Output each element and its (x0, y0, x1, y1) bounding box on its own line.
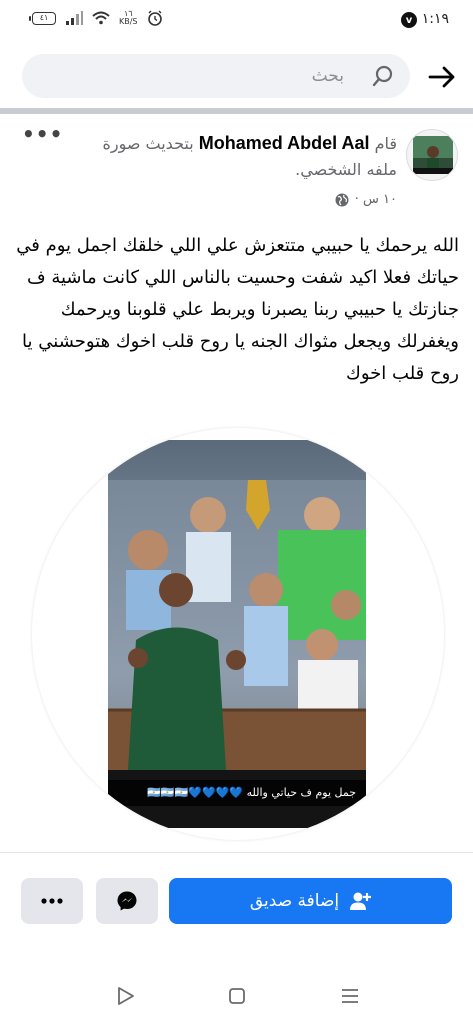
back-arrow-icon[interactable] (427, 62, 457, 92)
nav-home-icon[interactable] (225, 984, 249, 1008)
content-separator (0, 852, 473, 853)
post-timestamp[interactable]: ١٠ س · (355, 192, 397, 207)
profile-photo[interactable]: جمل يوم ف حياتي والله 💙💙💙💙🇦🇷🇦🇷🇦🇷 (108, 440, 366, 828)
nav-recents-icon[interactable] (338, 984, 362, 1008)
nav-back-icon[interactable] (114, 984, 138, 1008)
more-button[interactable] (21, 878, 83, 924)
battery-icon: ٤١ (29, 11, 56, 25)
more-icon (41, 898, 63, 904)
wifi-icon (92, 11, 110, 25)
post-title: قام Mohamed Abdel Aal بتحديث صورة ملفه ا… (97, 130, 397, 183)
search-icon (372, 65, 393, 87)
search-bar[interactable] (22, 54, 410, 98)
profile-photo-image (108, 440, 366, 828)
add-friend-label: إضافة صديق (249, 891, 340, 911)
add-friend-button[interactable]: إضافة صديق (169, 878, 452, 924)
status-time: ١:١٩ (421, 11, 449, 27)
author-name[interactable]: Mohamed Abdel Aal (199, 133, 370, 153)
battery-level: ٤١ (39, 12, 49, 22)
network-speed: ١٦ KB/S (119, 9, 138, 26)
avatar-image (407, 130, 457, 180)
messenger-icon (117, 891, 137, 911)
post-body: الله يرحمك يا حبيبي متتعزش علي اللي خلقك… (16, 235, 459, 384)
status-bar: ٤١ ١٦ KB/S v ١:١٩ (0, 0, 473, 40)
signal-icon (66, 11, 83, 25)
profile-photo-frame[interactable]: جمل يوم ف حياتي والله 💙💙💙💙🇦🇷🇦🇷🇦🇷 (32, 428, 444, 840)
notification-badge: v (401, 12, 417, 28)
post-meta: ١٠ س · (335, 192, 397, 207)
search-input[interactable] (34, 54, 344, 98)
messenger-button[interactable] (96, 878, 158, 924)
photo-caption: جمل يوم ف حياتي والله 💙💙💙💙🇦🇷🇦🇷🇦🇷 (108, 780, 366, 806)
author-avatar[interactable] (406, 129, 458, 181)
alarm-icon (147, 10, 162, 26)
post-options-icon[interactable]: ••• (22, 124, 63, 144)
system-nav-bar (0, 968, 473, 1024)
globe-icon (335, 193, 349, 206)
status-icons-left: ٤١ ١٦ KB/S (29, 9, 163, 26)
header-divider (0, 108, 473, 114)
action-prefix: قام (374, 134, 397, 153)
add-friend-icon (350, 892, 372, 910)
search-header (0, 48, 473, 106)
